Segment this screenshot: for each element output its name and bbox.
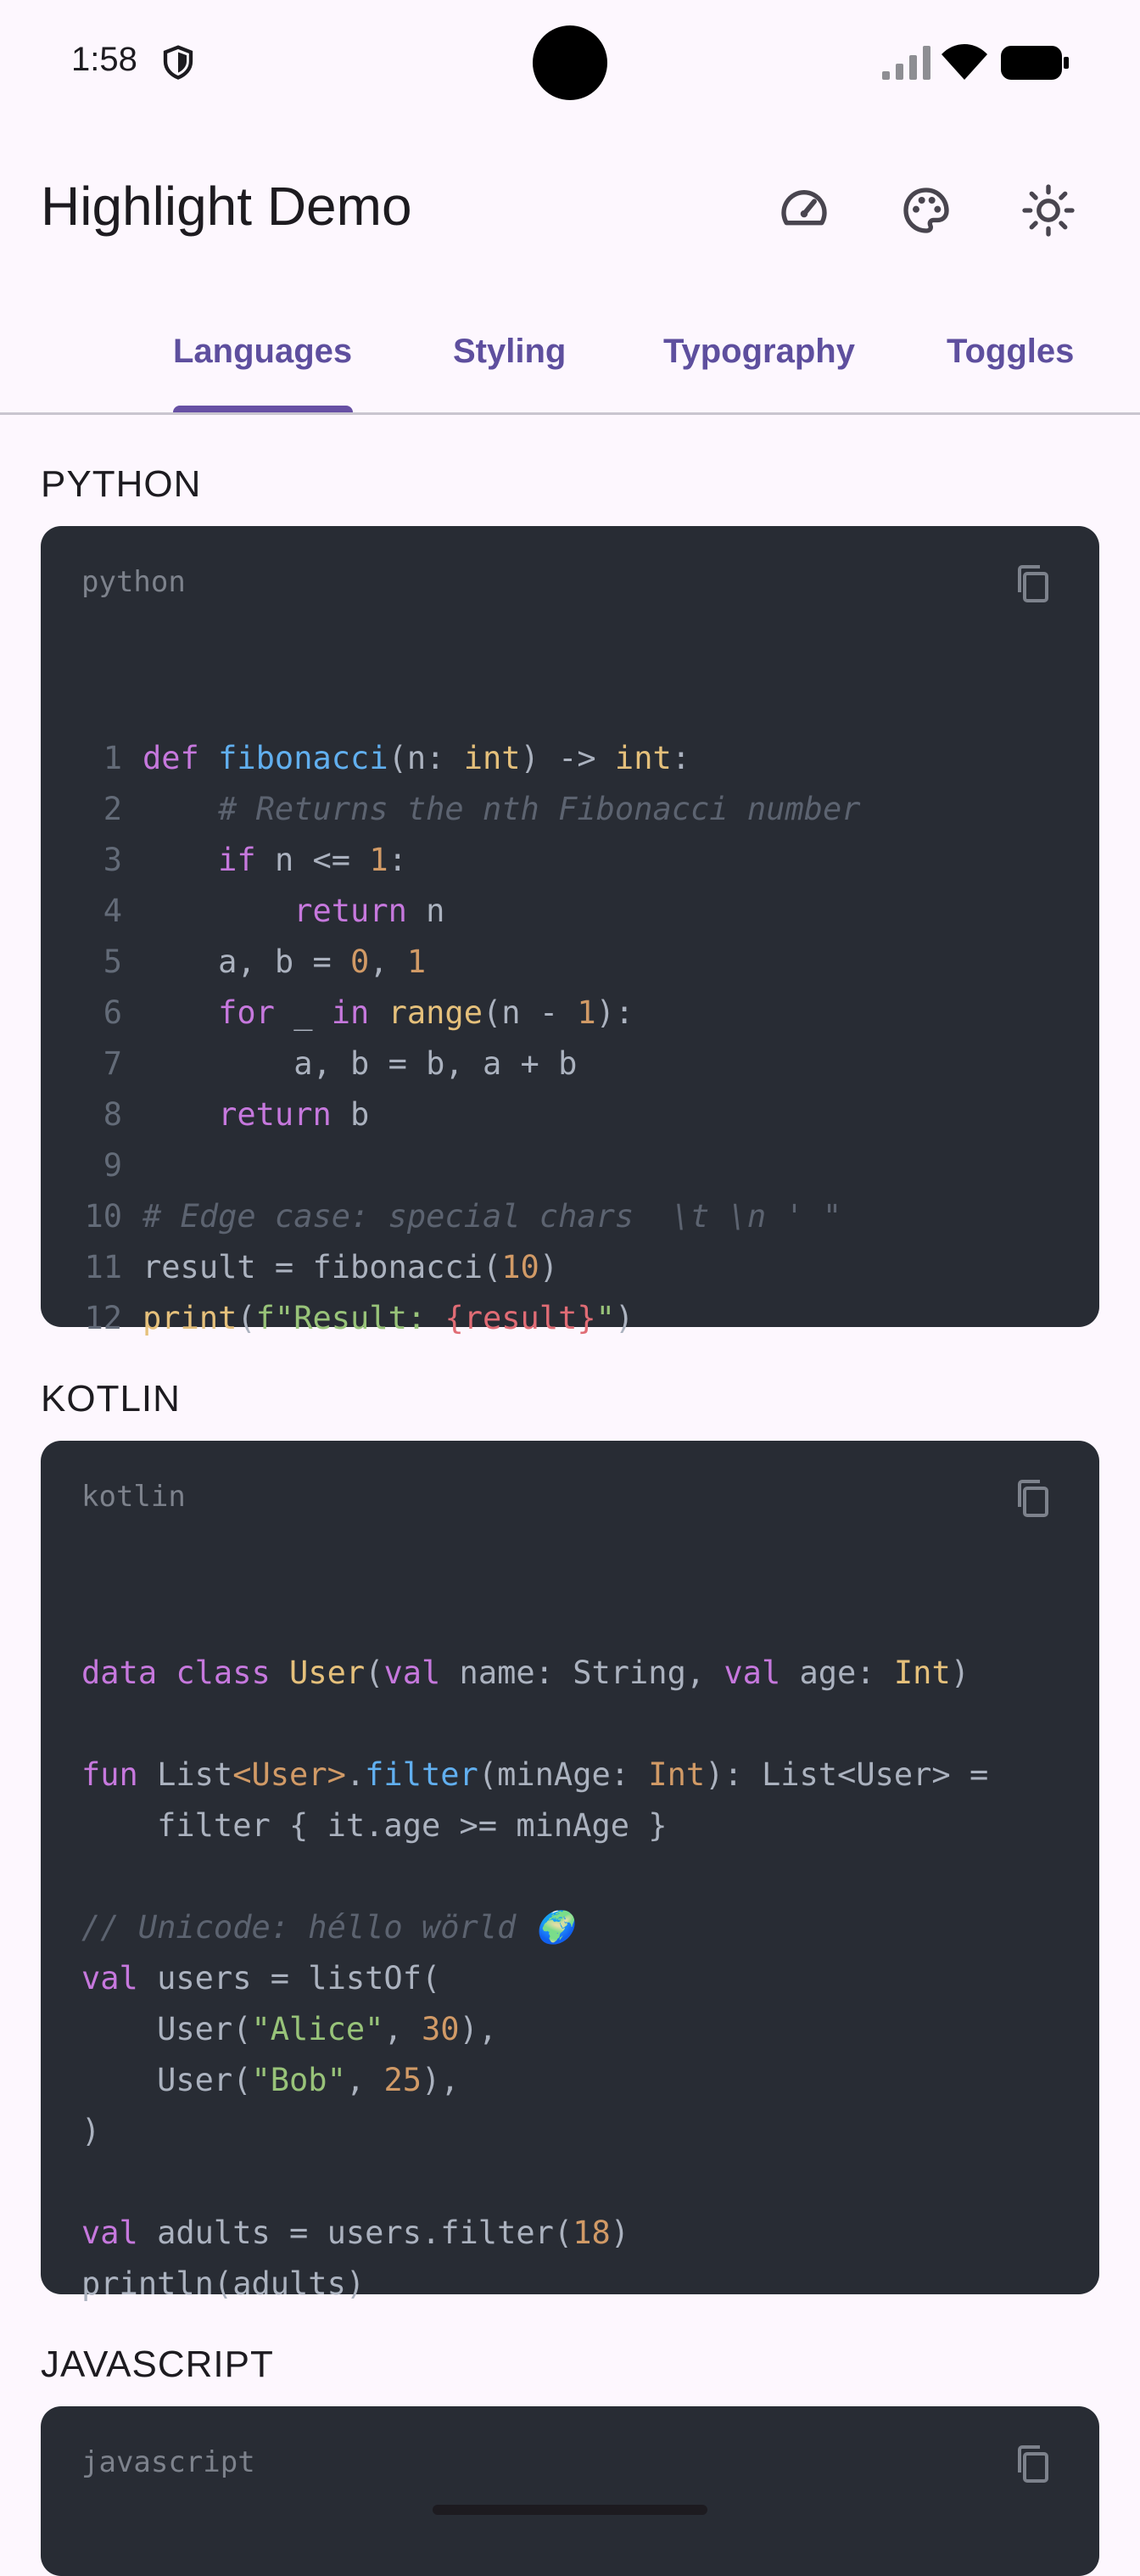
section-title-kotlin: KOTLIN: [41, 1378, 181, 1420]
code-line: 9: [103, 1147, 122, 1184]
front-camera: [533, 25, 607, 100]
code-block-kotlin: kotlin data class User(val name: String,…: [41, 1441, 1099, 2302]
wifi-icon: [942, 44, 987, 80]
code-line: 10 # Edge case: special chars \t \n ' ": [84, 1198, 842, 1235]
copy-icon[interactable]: [1014, 1478, 1052, 1519]
tab-toggles[interactable]: Toggles: [947, 333, 1074, 371]
code-line: 11 result = fibonacci(10): [84, 1249, 559, 1285]
code-line: 3 if n <= 1:: [103, 842, 407, 878]
section-title-javascript: JAVASCRIPT: [41, 2344, 274, 2385]
brightness-button[interactable]: [1014, 176, 1082, 244]
tab-typography[interactable]: Typography: [663, 333, 855, 371]
battery-icon: [1001, 46, 1069, 80]
code-line: fun List<User>.filter(minAge: Int): List…: [81, 1756, 989, 1793]
code-line: User("Alice", 30),: [81, 2011, 498, 2047]
copy-icon[interactable]: [1014, 563, 1052, 604]
code-line: 12 print(f"Result: {result}"): [84, 1300, 634, 1336]
cellular-signal-icon: [882, 46, 930, 80]
copy-icon[interactable]: [1014, 2444, 1052, 2484]
code-line: 5 a, b = 0, 1: [103, 944, 427, 980]
palette-icon: [903, 188, 949, 233]
code-line: filter { it.age >= minAge }: [81, 1807, 668, 1844]
speedometer-icon: [781, 190, 827, 226]
code-line: println(adults): [81, 2265, 366, 2302]
code-line: User("Bob", 25),: [81, 2062, 460, 2098]
code-block-python: python 1 def fibonacci(n: int) -> int: 2 #…: [41, 526, 1099, 1336]
code-line: 8 return b: [103, 1096, 370, 1133]
app-title: Highlight Demo: [41, 176, 412, 237]
tab-languages[interactable]: Languages: [173, 333, 352, 371]
tab-styling[interactable]: Styling: [453, 333, 566, 371]
code-line: ): [81, 2113, 101, 2149]
code-line: data class User(val name: String, val ag…: [81, 1655, 970, 1691]
sun-icon: [1022, 184, 1075, 237]
code-python: 1 def fibonacci(n: int) -> int: 2 # Return…: [41, 682, 861, 1446]
code-line: 1 def fibonacci(n: int) -> int:: [103, 740, 691, 776]
language-label: python: [81, 565, 186, 599]
code-line: 4 return n: [103, 893, 445, 929]
code-line: val users = listOf(: [81, 1960, 441, 1996]
code-line: 7 a, b = b, a + b: [103, 1045, 578, 1082]
home-indicator[interactable]: [433, 2505, 707, 2515]
section-title-python: PYTHON: [41, 463, 202, 505]
language-label: javascript: [81, 2445, 255, 2479]
code-line: val adults = users.filter(18): [81, 2215, 630, 2251]
status-time: 1:58: [71, 41, 137, 78]
code-block-javascript: javascript: [41, 2406, 1099, 2576]
code-line: 2 # Returns the nth Fibonacci number: [103, 791, 861, 827]
status-bar: 1:58: [0, 0, 1140, 127]
active-tab-indicator: [173, 406, 353, 412]
code-kotlin: data class User(val name: String, val ag…: [81, 1597, 988, 2411]
speed-button[interactable]: [770, 176, 838, 244]
code-line: // Unicode: héllo wörld 🌍: [81, 1909, 574, 1946]
theme-palette-button[interactable]: [892, 176, 960, 244]
shield-icon: [163, 45, 193, 80]
language-label: kotlin: [81, 1480, 186, 1514]
code-line: 6 for _ in range(n - 1):: [103, 994, 634, 1031]
tab-bar: Languages Styling Typography Toggles: [0, 288, 1140, 415]
